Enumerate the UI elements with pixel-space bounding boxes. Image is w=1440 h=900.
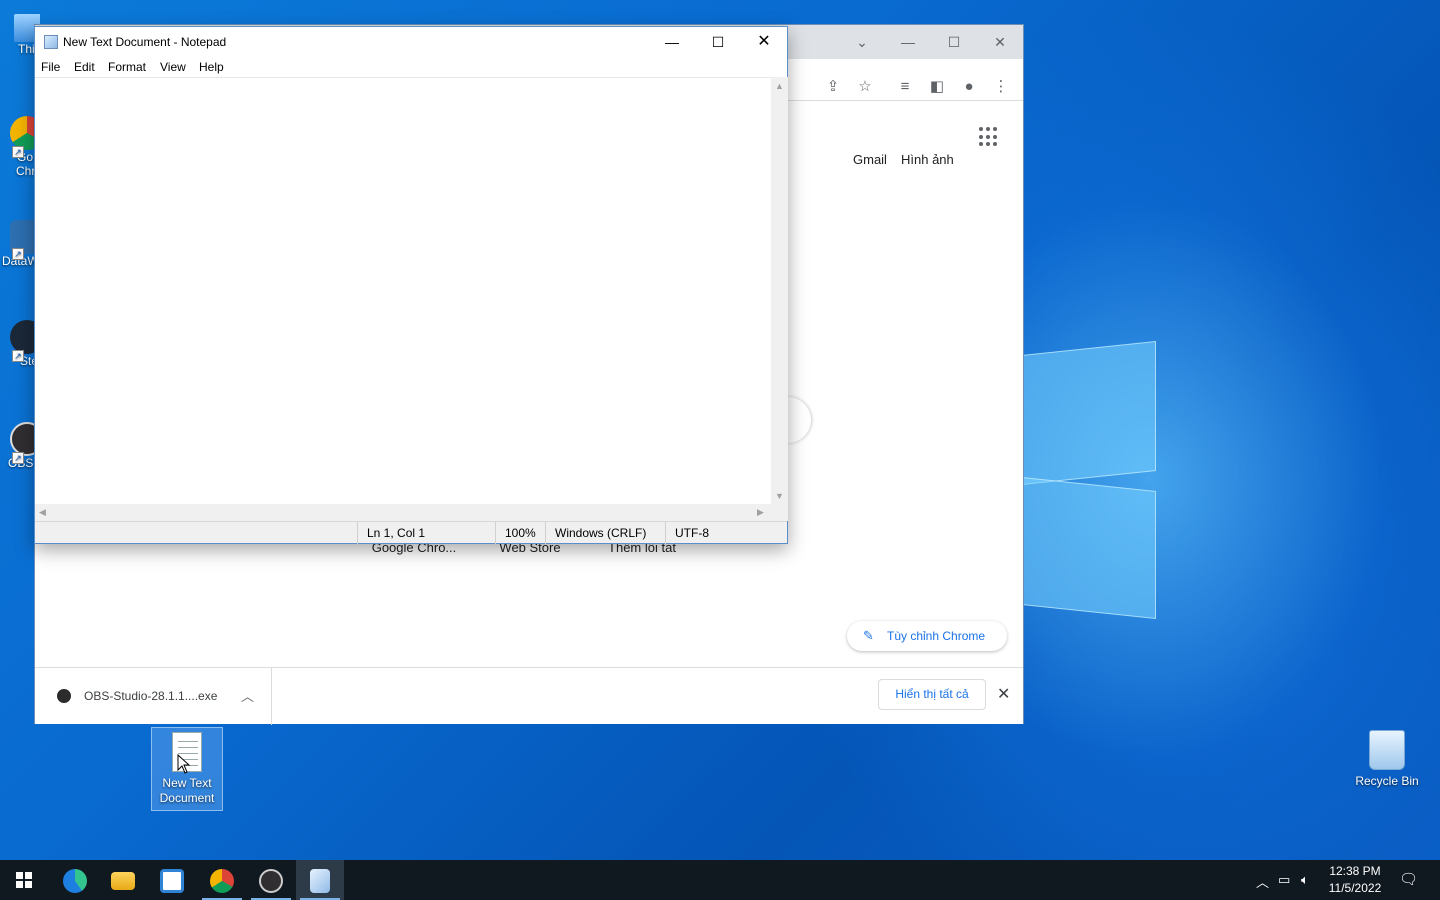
obs-icon <box>259 869 283 893</box>
status-zoom: 100% <box>495 522 545 544</box>
download-filename: OBS-Studio-28.1.1....exe <box>84 689 218 703</box>
menu-edit[interactable]: Edit <box>74 60 95 74</box>
menu-file[interactable]: File <box>41 60 60 74</box>
google-apps-icon[interactable] <box>979 127 999 147</box>
wallpaper-logo-pane <box>1022 340 1156 486</box>
notepad-text-area[interactable] <box>35 77 771 507</box>
minimize-button[interactable]: — <box>649 27 695 57</box>
profile-avatar-icon[interactable]: ● <box>957 75 981 99</box>
obs-file-icon <box>57 689 71 703</box>
notepad-icon <box>310 869 330 893</box>
scroll-down-icon[interactable]: ▼ <box>775 491 784 501</box>
system-clock[interactable]: 12:38 PM 11/5/2022 <box>1322 863 1388 897</box>
bookmark-star-icon[interactable]: ☆ <box>853 75 877 99</box>
close-button[interactable]: ✕ <box>741 27 787 57</box>
images-link[interactable]: Hình ảnh <box>901 152 954 167</box>
taskbar-store[interactable] <box>148 860 196 900</box>
gmail-link[interactable]: Gmail <box>853 152 887 167</box>
windows-start-icon <box>16 872 32 888</box>
clock-time: 12:38 PM <box>1329 864 1381 878</box>
pencil-icon: ✎ <box>863 628 874 643</box>
taskbar-file-explorer[interactable] <box>99 860 147 900</box>
desktop-icon-label: New Text Document <box>159 776 215 805</box>
chrome-menu-icon[interactable]: ⋮ <box>989 75 1013 99</box>
volume-icon[interactable]: 🔈︎ <box>1301 872 1309 888</box>
menu-view[interactable]: View <box>160 60 186 74</box>
show-hidden-icons-chevron[interactable]: ︿ <box>1256 872 1269 891</box>
menu-format[interactable]: Format <box>108 60 146 74</box>
vertical-scrollbar[interactable]: ▲ ▼ <box>771 77 788 507</box>
download-item[interactable]: OBS-Studio-28.1.1....exe ︿ <box>35 668 272 725</box>
maximize-button[interactable]: ☐ <box>695 27 741 57</box>
start-button[interactable] <box>0 860 48 900</box>
microsoft-store-icon <box>160 869 184 893</box>
close-button[interactable]: ✕ <box>977 29 1023 55</box>
desktop-icon-label: Recycle Bin <box>1355 774 1419 788</box>
close-download-bar-icon[interactable]: ✕ <box>997 684 1010 704</box>
chevron-up-icon[interactable]: ︿ <box>241 686 254 705</box>
status-line-ending: Windows (CRLF) <box>545 522 665 544</box>
notepad-titlebar[interactable]: New Text Document - Notepad — ☐ ✕ <box>35 27 787 57</box>
taskbar-notepad[interactable] <box>296 860 344 900</box>
scroll-right-icon[interactable]: ▶ <box>757 507 764 518</box>
desktop-icon-recycle-bin[interactable]: Recycle Bin <box>1349 730 1425 788</box>
show-all-downloads-button[interactable]: Hiển thị tất cả <box>878 679 986 710</box>
notepad-menubar: File Edit Format View Help <box>35 57 787 77</box>
taskbar: ︿ ▭ 🔈︎ 12:38 PM 11/5/2022 🗨︎ <box>0 860 1440 900</box>
download-bar: OBS-Studio-28.1.1....exe ︿ Hiển thị tất … <box>35 667 1023 725</box>
scrollbar-corner <box>771 504 788 521</box>
mouse-cursor-icon <box>177 754 191 774</box>
shortcut-arrow-icon: ↗ <box>12 248 24 260</box>
shortcut-arrow-icon: ↗ <box>12 146 24 158</box>
status-position: Ln 1, Col 1 <box>357 522 495 544</box>
window-title: New Text Document - Notepad <box>63 35 227 49</box>
menu-help[interactable]: Help <box>199 60 224 74</box>
maximize-button[interactable]: ☐ <box>931 29 977 55</box>
customize-chrome-button[interactable]: ✎ Tùy chỉnh Chrome <box>847 621 1007 651</box>
notepad-icon <box>44 35 58 49</box>
horizontal-scrollbar[interactable]: ◀ ▶ <box>35 504 771 521</box>
notifications-icon[interactable]: 🗨︎ <box>1399 870 1418 888</box>
notepad-statusbar: Ln 1, Col 1 100% Windows (CRLF) UTF-8 <box>35 521 787 544</box>
taskbar-edge[interactable] <box>51 860 99 900</box>
network-icon[interactable]: ▭ <box>1278 872 1290 888</box>
notepad-window[interactable]: New Text Document - Notepad — ☐ ✕ File E… <box>34 26 788 544</box>
scroll-up-icon[interactable]: ▲ <box>775 81 784 91</box>
wallpaper-logo-pane <box>1022 476 1156 620</box>
clock-date: 11/5/2022 <box>1328 881 1382 895</box>
status-encoding: UTF-8 <box>665 522 771 544</box>
shortcut-arrow-icon: ↗ <box>12 452 24 464</box>
chrome-icon <box>210 869 234 893</box>
share-icon[interactable]: ⇪ <box>821 75 845 99</box>
reading-list-icon[interactable]: ≡ <box>893 75 917 99</box>
recycle-bin-icon <box>1369 730 1405 770</box>
taskbar-chrome[interactable] <box>198 860 246 900</box>
edge-icon <box>63 869 87 893</box>
shortcut-arrow-icon: ↗ <box>12 350 24 362</box>
file-explorer-icon <box>111 872 135 890</box>
scroll-left-icon[interactable]: ◀ <box>39 507 46 518</box>
taskbar-obs[interactable] <box>247 860 295 900</box>
minimize-button[interactable]: — <box>885 29 931 55</box>
customize-chrome-label: Tùy chỉnh Chrome <box>887 629 986 643</box>
tab-search-icon[interactable]: ⌄ <box>839 29 885 55</box>
side-panel-icon[interactable]: ◧ <box>925 75 949 99</box>
